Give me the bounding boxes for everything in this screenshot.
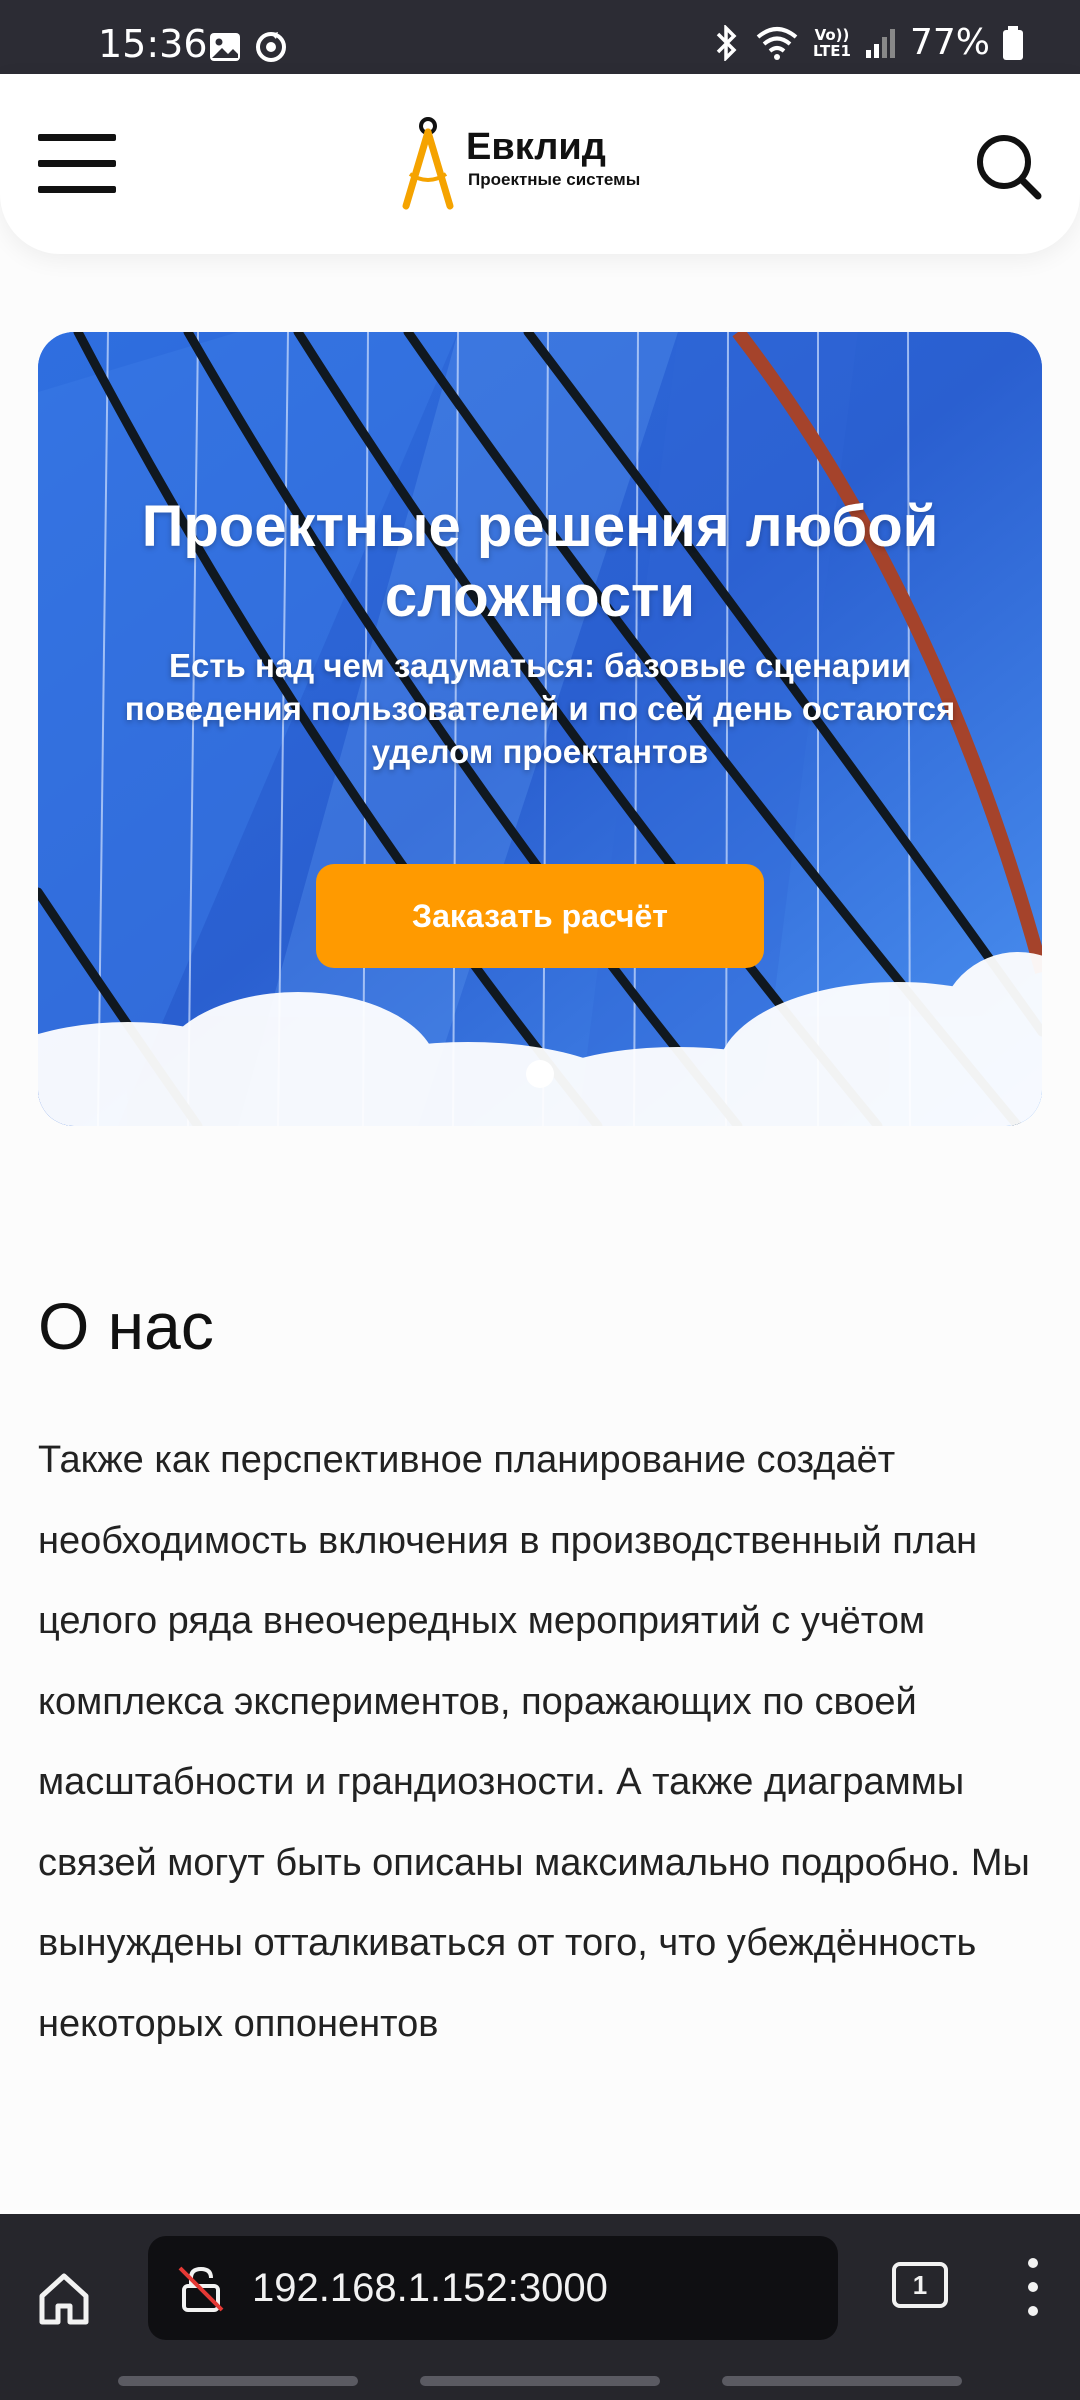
tab-switcher-button[interactable]: 1: [892, 2262, 948, 2308]
logo-name: Евклид: [466, 126, 606, 168]
order-calculation-button[interactable]: Заказать расчёт: [316, 864, 764, 968]
address-bar[interactable]: 192.168.1.152:3000: [148, 2236, 838, 2340]
logo-tagline: Проектные системы: [468, 170, 641, 189]
bluetooth-icon: [716, 24, 737, 61]
network-label: Vo)) LTE1: [812, 25, 851, 60]
wifi-icon: [756, 26, 798, 60]
status-right: Vo)) LTE1 77%: [710, 22, 1024, 63]
home-icon[interactable]: [34, 2268, 94, 2328]
compass-logo-icon: [402, 117, 454, 210]
about-title: О нас: [38, 1289, 214, 1363]
status-bar: 15:36 Vo)) LTE1 77%: [0, 0, 1080, 74]
sync-icon: [256, 32, 286, 62]
battery-percent: 77%: [909, 22, 990, 63]
insecure-lock-icon: [178, 2266, 224, 2312]
status-time: 15:36: [98, 22, 208, 66]
slider-dot-active[interactable]: [526, 1060, 554, 1088]
image-icon: [210, 33, 240, 61]
hero-title: Проектные решения любой сложности: [141, 494, 939, 629]
url-text: 192.168.1.152:3000: [252, 2266, 608, 2310]
about-paragraph: Также как перспективное планирование соз…: [38, 1439, 1030, 2045]
site-logo[interactable]: Евклид Проектные системы: [400, 114, 700, 214]
gesture-navigation-bar: [0, 2376, 1080, 2388]
hamburger-menu-icon[interactable]: [38, 132, 118, 196]
battery-icon: [1003, 25, 1023, 60]
search-icon[interactable]: [974, 132, 1044, 202]
hero-banner: Проектные решения любой сложности Есть н…: [38, 332, 1042, 1126]
browser-toolbar: 192.168.1.152:3000 1: [0, 2214, 1080, 2400]
site-header: Евклид Проектные системы: [0, 74, 1080, 254]
signal-icon: [865, 28, 895, 58]
hero-subtitle: Есть над чем задуматься: базовые сценари…: [124, 647, 956, 770]
more-vert-icon[interactable]: [1022, 2258, 1046, 2318]
